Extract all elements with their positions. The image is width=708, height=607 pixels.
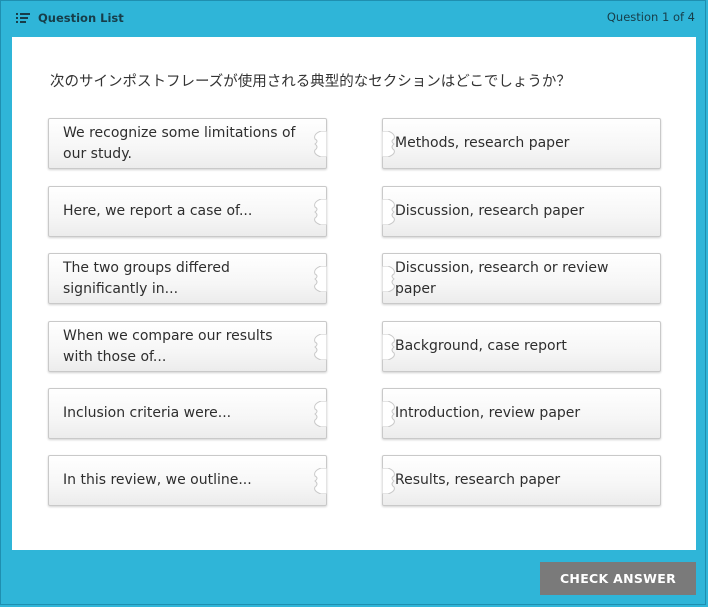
puzzle-knob — [314, 266, 327, 292]
left-item-text: Inclusion criteria were... — [63, 405, 232, 422]
right-item[interactable]: Discussion, research paper — [382, 186, 661, 237]
puzzle-knob — [314, 199, 327, 225]
list-icon — [16, 13, 30, 23]
left-item-text: We recognize some limitations of our stu… — [63, 125, 296, 162]
left-item[interactable]: Inclusion criteria were... — [48, 388, 327, 439]
right-item[interactable]: Background, case report — [382, 321, 661, 372]
puzzle-knob — [382, 401, 395, 427]
right-item-text: Introduction, review paper — [395, 405, 581, 422]
right-item-text: Results, research paper — [395, 472, 561, 489]
top-bar: Question List Question 1 of 4 — [0, 0, 708, 36]
right-item[interactable]: Introduction, review paper — [382, 388, 661, 439]
right-item[interactable]: Discussion, research or review paper — [382, 253, 661, 304]
right-item-text: Background, case report — [395, 338, 567, 355]
right-item-text: Discussion, research or review paper — [395, 260, 609, 297]
left-item[interactable]: We recognize some limitations of our stu… — [48, 118, 327, 169]
puzzle-knob — [314, 131, 327, 157]
right-item-text: Methods, research paper — [395, 135, 570, 152]
left-item-text: Here, we report a case of... — [63, 203, 253, 220]
puzzle-knob — [382, 199, 395, 225]
left-item[interactable]: When we compare our results with those o… — [48, 321, 327, 372]
right-item[interactable]: Methods, research paper — [382, 118, 661, 169]
puzzle-knob — [382, 131, 395, 157]
right-item[interactable]: Results, research paper — [382, 455, 661, 506]
left-item[interactable]: The two groups differed significantly in… — [48, 253, 327, 304]
left-item-text: When we compare our results with those o… — [63, 328, 273, 365]
left-item[interactable]: Here, we report a case of... — [48, 186, 327, 237]
check-answer-button[interactable]: CHECK ANSWER — [540, 562, 696, 595]
question-list-label: Question List — [38, 11, 124, 25]
question-panel: 次のサインポストフレーズが使用される典型的なセクションはどこでしょうか？ We … — [12, 37, 696, 550]
puzzle-knob — [314, 468, 327, 494]
puzzle-knob — [382, 334, 395, 360]
question-counter: Question 1 of 4 — [606, 10, 695, 24]
left-item-text: The two groups differed significantly in… — [63, 260, 230, 297]
left-item-text: In this review, we outline... — [63, 472, 252, 489]
question-list-button[interactable]: Question List — [16, 10, 124, 26]
puzzle-knob — [382, 266, 395, 292]
puzzle-knob — [382, 468, 395, 494]
question-text: 次のサインポストフレーズが使用される典型的なセクションはどこでしょうか？ — [50, 74, 571, 90]
left-item[interactable]: In this review, we outline... — [48, 455, 327, 506]
puzzle-knob — [314, 334, 327, 360]
puzzle-knob — [314, 401, 327, 427]
right-item-text: Discussion, research paper — [395, 203, 585, 220]
